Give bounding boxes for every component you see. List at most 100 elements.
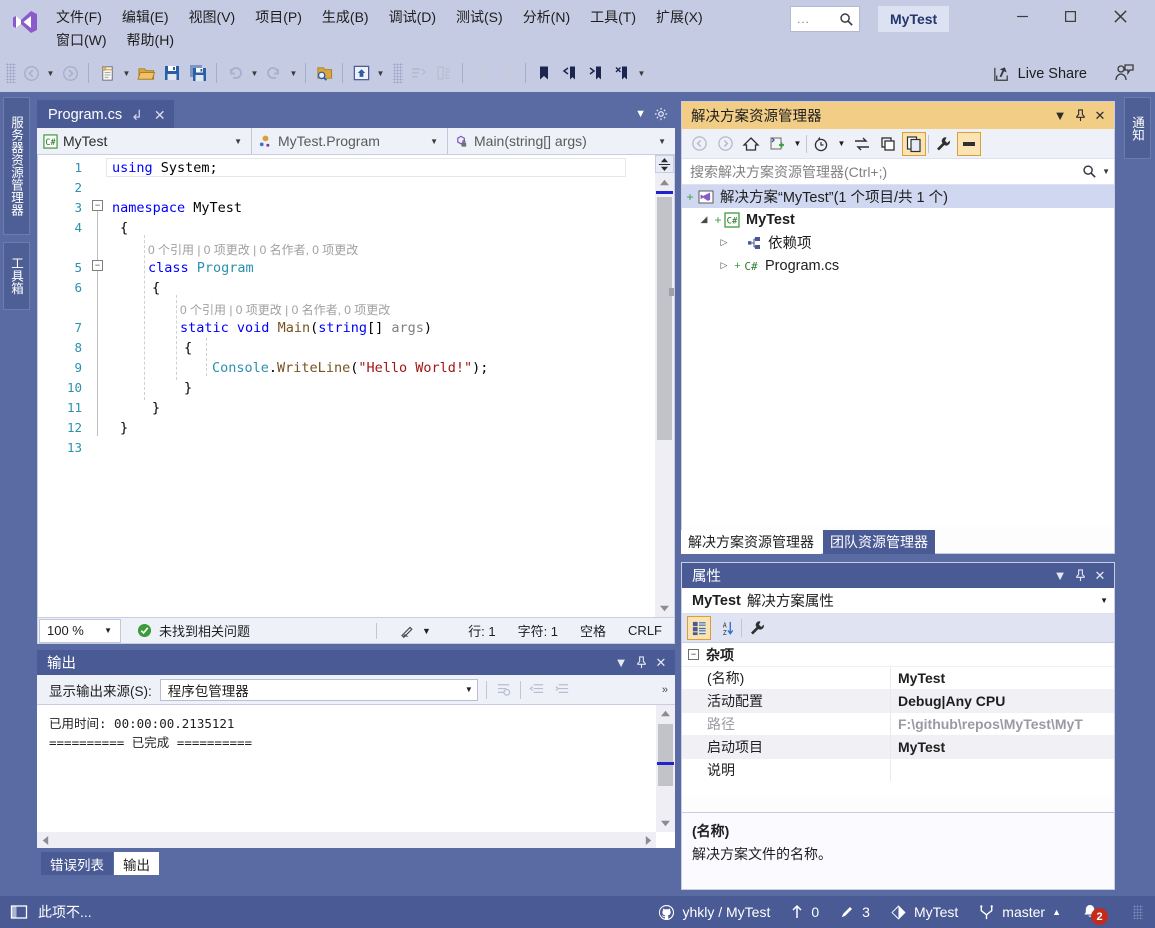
redo-icon[interactable]: [261, 60, 287, 86]
start-page-icon[interactable]: [348, 60, 374, 86]
pin-icon[interactable]: [1070, 106, 1090, 126]
menu-analyze[interactable]: 分析(N): [513, 4, 580, 30]
chevron-down-icon[interactable]: ▼: [1050, 566, 1070, 586]
source-control-repo-indicator[interactable]: MyTest: [890, 904, 958, 921]
toolbar-overflow-icon[interactable]: ▼: [635, 60, 648, 86]
save-icon[interactable]: [159, 60, 185, 86]
scroll-up-button[interactable]: [656, 705, 675, 722]
code-text-area[interactable]: using System; namespace MyTest { 0 个引用 |…: [106, 155, 674, 617]
close-icon[interactable]: ✕: [1090, 566, 1110, 586]
property-value[interactable]: MyTest: [890, 736, 1114, 758]
add-item-icon[interactable]: [765, 132, 789, 156]
chevron-down-icon[interactable]: ▼: [835, 132, 848, 156]
open-file-icon[interactable]: [133, 60, 159, 86]
collapse-all-icon[interactable]: [876, 132, 900, 156]
tree-item-program-cs[interactable]: ▷ + C# Program.cs: [682, 254, 1114, 277]
property-value[interactable]: MyTest: [890, 667, 1114, 689]
search-icon[interactable]: [1082, 164, 1097, 179]
close-icon[interactable]: ✕: [1090, 106, 1110, 126]
home-icon[interactable]: [739, 132, 763, 156]
outdent-icon[interactable]: [468, 60, 494, 86]
back-icon[interactable]: [687, 132, 711, 156]
collapsed-twisty-icon[interactable]: ▷: [716, 260, 732, 271]
properties-grid[interactable]: − 杂项 (名称) MyTest 活动配置 Debug|Any CPU 路径 F…: [682, 642, 1114, 796]
navigate-back-dropdown-icon[interactable]: ▼: [44, 60, 57, 86]
categorized-icon[interactable]: [687, 616, 711, 640]
indent-mode-label[interactable]: 空格: [580, 621, 606, 640]
pending-edits-indicator[interactable]: 3: [839, 904, 870, 920]
menu-tools[interactable]: 工具(T): [580, 4, 646, 30]
sidebar-item-server-explorer[interactable]: 服务器资源管理器: [3, 97, 30, 235]
chevron-down-icon[interactable]: ▼: [652, 137, 672, 146]
tab-team-explorer[interactable]: 团队资源管理器: [823, 530, 935, 554]
gear-icon[interactable]: [654, 107, 668, 121]
codelens-class[interactable]: 0 个引用 | 0 项更改 | 0 名作者, 0 项更改: [148, 240, 358, 260]
undo-icon[interactable]: [222, 60, 248, 86]
output-horizontal-scrollbar[interactable]: [37, 832, 656, 848]
solution-explorer-search-input[interactable]: 搜索解决方案资源管理器(Ctrl+;) ▼: [682, 159, 1114, 185]
comment-icon[interactable]: [405, 60, 431, 86]
property-row-description[interactable]: 说明: [682, 758, 1114, 781]
menu-window[interactable]: 窗口(W): [46, 27, 117, 53]
uncomment-icon[interactable]: [431, 60, 457, 86]
expanded-twisty-icon[interactable]: ◢: [696, 214, 712, 225]
save-all-icon[interactable]: [185, 60, 211, 86]
bookmark-icon[interactable]: [531, 60, 557, 86]
clear-bookmark-icon[interactable]: [609, 60, 635, 86]
property-pages-icon[interactable]: [745, 616, 769, 640]
fold-toggle-namespace[interactable]: −: [92, 200, 103, 211]
new-item-dropdown-icon[interactable]: ▼: [120, 60, 133, 86]
redo-dropdown-icon[interactable]: ▼: [287, 60, 300, 86]
property-value[interactable]: Debug|Any CPU: [890, 690, 1114, 712]
maximize-button[interactable]: [1047, 0, 1093, 32]
document-tab-program-cs[interactable]: Program.cs ↲ ✕: [37, 100, 174, 128]
alphabetical-icon[interactable]: AZ: [714, 616, 738, 640]
close-icon[interactable]: ✕: [651, 653, 671, 673]
repository-indicator[interactable]: yhkly / MyTest: [658, 904, 770, 921]
overflow-icon[interactable]: »: [662, 684, 671, 696]
tab-output[interactable]: 输出: [114, 852, 159, 875]
toolbar-grip-2[interactable]: [393, 63, 403, 83]
pin-icon[interactable]: ↲: [129, 107, 145, 124]
scrollbar-thumb[interactable]: [658, 724, 673, 786]
output-text-area[interactable]: 已用时间: 00:00:00.2135121 ========== 已完成 ==…: [37, 705, 675, 848]
output-vertical-scrollbar[interactable]: [656, 705, 675, 832]
sidebar-item-toolbox[interactable]: 工具箱: [3, 242, 30, 310]
chevron-down-icon[interactable]: ▼: [791, 132, 804, 156]
property-value[interactable]: [890, 759, 1114, 781]
scrollbar-thumb[interactable]: [657, 197, 672, 440]
menu-test[interactable]: 测试(S): [446, 4, 513, 30]
branch-indicator[interactable]: master ▲: [978, 904, 1061, 921]
nav-type-dropdown[interactable]: MyTest.Program ▼: [252, 128, 448, 154]
tree-item-project[interactable]: ◢ + C# MyTest: [682, 208, 1114, 231]
undo-dropdown-icon[interactable]: ▼: [248, 60, 261, 86]
chevron-down-icon[interactable]: ▼: [611, 653, 631, 673]
minimize-button[interactable]: [999, 0, 1045, 32]
notifications-indicator[interactable]: 2: [1081, 903, 1108, 925]
chevron-up-icon[interactable]: ▲: [1052, 907, 1061, 917]
scroll-left-button[interactable]: [37, 832, 53, 848]
sync-icon[interactable]: [850, 132, 874, 156]
next-bookmark-icon[interactable]: [583, 60, 609, 86]
chevron-down-icon[interactable]: ▼: [1097, 167, 1110, 176]
eol-mode-label[interactable]: CRLF: [628, 623, 662, 638]
chevron-down-icon[interactable]: ▼: [228, 137, 248, 146]
prev-bookmark-icon[interactable]: [557, 60, 583, 86]
codelens-method[interactable]: 0 个引用 | 0 项更改 | 0 名作者, 0 项更改: [180, 300, 390, 320]
navigate-back-icon[interactable]: [18, 60, 44, 86]
nav-member-dropdown[interactable]: Main(string[] args) ▼: [448, 128, 675, 154]
live-share-button[interactable]: Live Share: [992, 62, 1087, 86]
fold-toggle-class[interactable]: −: [92, 260, 103, 271]
pin-icon[interactable]: [1070, 566, 1090, 586]
properties-object-dropdown[interactable]: MyTest 解决方案属性 ▼: [682, 588, 1114, 614]
new-item-icon[interactable]: [94, 60, 120, 86]
chevron-down-icon[interactable]: ▼: [635, 108, 646, 120]
solution-tree[interactable]: + 解决方案“MyTest”(1 个项目/共 1 个) ◢ + C# MyTes…: [682, 185, 1114, 527]
collapse-icon[interactable]: −: [688, 649, 699, 660]
pin-icon[interactable]: [631, 653, 651, 673]
ink-annotation-control[interactable]: ▼: [399, 623, 431, 639]
sidebar-item-notifications[interactable]: 通知: [1124, 97, 1151, 159]
tree-item-dependencies[interactable]: ▷ 依赖项: [682, 231, 1114, 254]
indent-icon[interactable]: [494, 60, 520, 86]
menu-project[interactable]: 项目(P): [245, 4, 312, 30]
